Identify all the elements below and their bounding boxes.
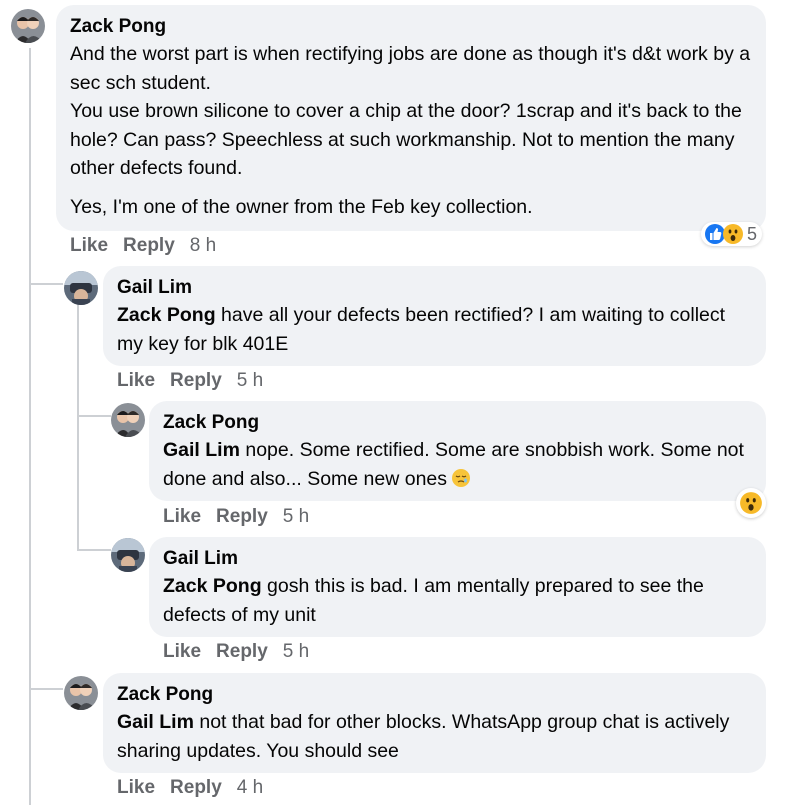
comment-author[interactable]: Gail Lim xyxy=(117,275,752,301)
reply-bubble: Zack Pong Gail Lim not that bad for othe… xyxy=(103,673,766,773)
reply-bubble: Gail Lim Zack Pong gosh this is bad. I a… xyxy=(149,537,766,637)
timestamp[interactable]: 5 h xyxy=(283,506,309,528)
avatar-zack-pong[interactable] xyxy=(111,403,145,437)
avatar-zack-pong[interactable] xyxy=(64,676,98,710)
comment-author[interactable]: Gail Lim xyxy=(163,546,752,572)
comment-text: Zack Pong gosh this is bad. I am mentall… xyxy=(163,575,704,626)
comment-actions: Like Reply 5 h xyxy=(163,641,309,663)
comment-actions: Like Reply 5 h xyxy=(163,506,309,528)
comment-author[interactable]: Zack Pong xyxy=(117,682,752,708)
reaction-summary[interactable]: 5 xyxy=(701,222,763,246)
comment-text-continued: You use brown silicone to cover a chip a… xyxy=(70,100,742,179)
wow-reaction-icon xyxy=(740,492,762,514)
like-button[interactable]: Like xyxy=(117,777,155,799)
comment-author[interactable]: Zack Pong xyxy=(163,410,752,436)
like-button[interactable]: Like xyxy=(163,506,201,528)
thread-line-sub xyxy=(77,305,79,550)
comment-actions: Like Reply 4 h xyxy=(117,777,263,799)
comment-author[interactable]: Zack Pong xyxy=(70,14,752,40)
avatar-zack-pong[interactable] xyxy=(11,9,45,43)
reply-button[interactable]: Reply xyxy=(216,506,268,528)
reply-button[interactable]: Reply xyxy=(216,641,268,663)
timestamp[interactable]: 5 h xyxy=(283,641,309,663)
thread-line-branch-2 xyxy=(77,415,111,417)
like-button[interactable]: Like xyxy=(70,235,108,257)
comment-text: Gail Lim nope. Some rectified. Some are … xyxy=(163,439,744,490)
mention-tag[interactable]: Zack Pong xyxy=(117,304,216,326)
reply-button[interactable]: Reply xyxy=(123,235,175,257)
wow-reaction-icon xyxy=(722,223,744,245)
like-button[interactable]: Like xyxy=(117,370,155,392)
thread-line-branch-3 xyxy=(77,549,111,551)
thread-line-main xyxy=(29,48,31,805)
mention-tag[interactable]: Gail Lim xyxy=(163,439,240,461)
reply-bubble: Gail Lim Zack Pong have all your defects… xyxy=(103,266,766,366)
comment-actions: Like Reply 8 h xyxy=(70,235,216,257)
timestamp[interactable]: 5 h xyxy=(237,370,263,392)
wow-reaction-badge[interactable] xyxy=(736,488,766,518)
avatar-gail-lim[interactable] xyxy=(64,271,98,305)
timestamp[interactable]: 8 h xyxy=(190,235,216,257)
mention-tag[interactable]: Gail Lim xyxy=(117,711,194,733)
comment-text-paragraph: Yes, I'm one of the owner from the Feb k… xyxy=(70,195,533,218)
reply-bubble: Zack Pong Gail Lim nope. Some rectified.… xyxy=(149,401,766,501)
thread-line-branch-4 xyxy=(29,688,63,690)
comment-actions: Like Reply 5 h xyxy=(117,370,263,392)
avatar-gail-lim[interactable] xyxy=(111,538,145,572)
reply-button[interactable]: Reply xyxy=(170,370,222,392)
timestamp[interactable]: 4 h xyxy=(237,777,263,799)
reply-button[interactable]: Reply xyxy=(170,777,222,799)
comment-text: Gail Lim not that bad for other blocks. … xyxy=(117,711,730,762)
thread-line-branch-1 xyxy=(29,283,63,285)
like-button[interactable]: Like xyxy=(163,641,201,663)
comment-text: And the worst part is when rectifying jo… xyxy=(70,43,751,94)
sleepy-emoji-icon xyxy=(451,468,471,488)
mention-tag[interactable]: Zack Pong xyxy=(163,575,262,597)
comment-bubble: Zack Pong And the worst part is when rec… xyxy=(56,5,766,231)
reaction-count: 5 xyxy=(747,223,758,244)
comment-text: Zack Pong have all your defects been rec… xyxy=(117,304,726,355)
